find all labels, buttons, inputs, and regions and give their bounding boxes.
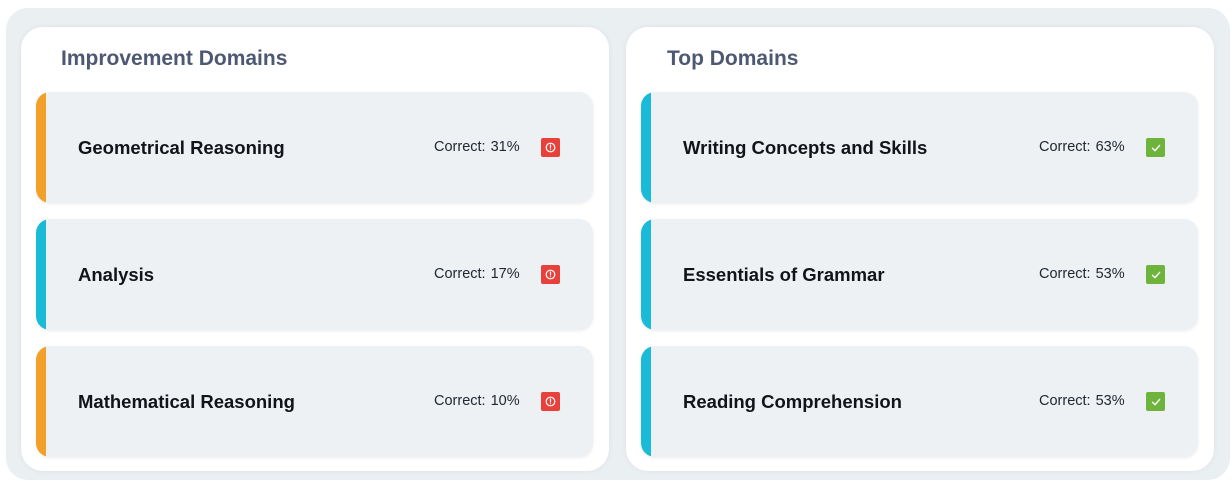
correct-score: Correct: 53% [1039, 219, 1125, 330]
alert-icon [541, 392, 560, 411]
correct-label: Correct: [434, 393, 486, 409]
domain-card-geometrical-reasoning[interactable]: Geometrical Reasoning Correct: 31% [36, 92, 593, 203]
domain-card-mathematical-reasoning[interactable]: Mathematical Reasoning Correct: 10% [36, 346, 593, 457]
check-icon [1146, 138, 1165, 157]
correct-score: Correct: 63% [1039, 92, 1125, 203]
domain-card-analysis[interactable]: Analysis Correct: 17% [36, 219, 593, 330]
correct-score: Correct: 53% [1039, 346, 1125, 457]
domain-name: Reading Comprehension [683, 391, 902, 412]
domain-card-writing-concepts-and-skills[interactable]: Writing Concepts and Skills Correct: 63% [641, 92, 1198, 203]
accent-stripe [36, 92, 46, 203]
accent-stripe [36, 346, 46, 457]
correct-label: Correct: [1039, 266, 1091, 282]
check-icon [1146, 265, 1165, 284]
domain-name: Essentials of Grammar [683, 264, 885, 285]
alert-icon [541, 138, 560, 157]
correct-score: Correct: 17% [434, 219, 520, 330]
correct-score: Correct: 31% [434, 92, 520, 203]
improvement-domains-panel: Improvement Domains Geometrical Reasonin… [21, 27, 609, 471]
correct-label: Correct: [1039, 393, 1091, 409]
accent-stripe [641, 92, 651, 203]
alert-icon [541, 265, 560, 284]
domain-name: Mathematical Reasoning [78, 391, 295, 412]
accent-stripe [36, 219, 46, 330]
domain-name: Writing Concepts and Skills [683, 137, 928, 158]
correct-value: 10% [490, 393, 520, 409]
correct-value: 17% [490, 266, 520, 282]
correct-label: Correct: [434, 266, 486, 282]
domain-name: Geometrical Reasoning [78, 137, 285, 158]
accent-stripe [641, 219, 651, 330]
correct-value: 53% [1095, 393, 1125, 409]
correct-value: 31% [490, 139, 520, 155]
correct-label: Correct: [1039, 139, 1091, 155]
improvement-domains-title: Improvement Domains [61, 47, 288, 70]
top-domains-panel: Top Domains Writing Concepts and Skills … [626, 27, 1214, 471]
top-domains-title: Top Domains [667, 47, 799, 70]
correct-label: Correct: [434, 139, 486, 155]
accent-stripe [641, 346, 651, 457]
domain-card-reading-comprehension[interactable]: Reading Comprehension Correct: 53% [641, 346, 1198, 457]
domain-name: Analysis [78, 264, 155, 285]
domain-card-essentials-of-grammar[interactable]: Essentials of Grammar Correct: 53% [641, 219, 1198, 330]
correct-score: Correct: 10% [434, 346, 520, 457]
correct-value: 63% [1095, 139, 1125, 155]
correct-value: 53% [1095, 266, 1125, 282]
check-icon [1146, 392, 1165, 411]
